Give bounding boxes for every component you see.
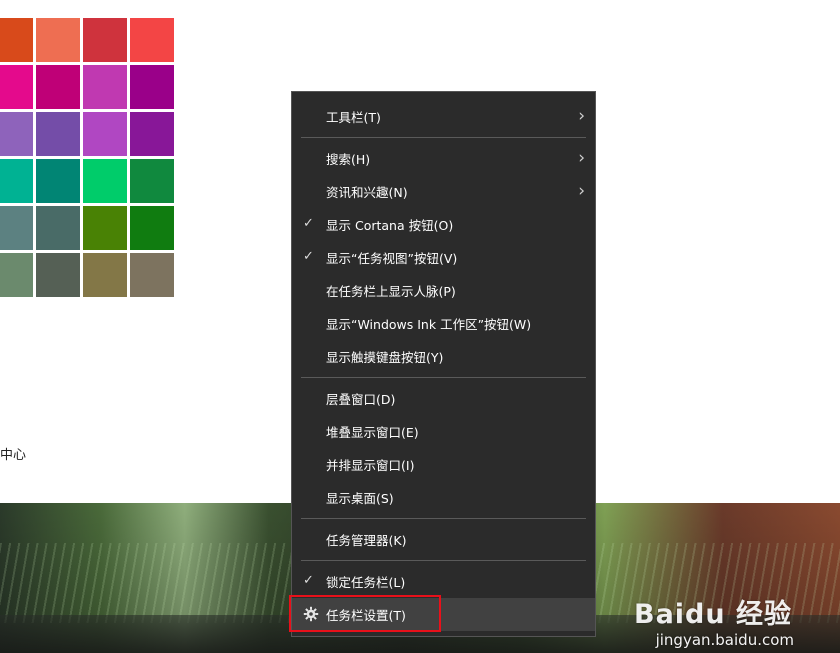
menu-item-label: 搜索(H) — [326, 152, 371, 167]
color-swatch[interactable] — [36, 18, 80, 62]
checkmark-icon: ✓ — [303, 573, 314, 588]
menu-item-cascade-windows[interactable]: 层叠窗口(D) — [292, 382, 595, 415]
menu-item-show-task-view[interactable]: ✓ 显示“任务视图”按钮(V) — [292, 241, 595, 274]
menu-item-lock-taskbar[interactable]: ✓ 锁定任务栏(L) — [292, 565, 595, 598]
color-swatch[interactable] — [83, 65, 127, 109]
menu-item-label: 工具栏(T) — [326, 110, 381, 125]
menu-item-show-people[interactable]: 在任务栏上显示人脉(P) — [292, 274, 595, 307]
menu-separator — [301, 137, 586, 138]
color-swatch[interactable] — [0, 206, 33, 250]
color-swatch[interactable] — [0, 159, 33, 203]
menu-item-label: 显示“任务视图”按钮(V) — [326, 251, 458, 266]
menu-item-label: 层叠窗口(D) — [326, 392, 396, 407]
chevron-right-icon: › — [578, 181, 585, 201]
checkmark-icon: ✓ — [303, 249, 314, 264]
menu-item-label: 在任务栏上显示人脉(P) — [326, 284, 456, 299]
color-swatch[interactable] — [83, 159, 127, 203]
color-swatch[interactable] — [130, 206, 174, 250]
color-swatch[interactable] — [83, 112, 127, 156]
checkmark-icon: ✓ — [303, 216, 314, 231]
menu-item-task-manager[interactable]: 任务管理器(K) — [292, 523, 595, 556]
annotation-highlight-box — [289, 595, 441, 632]
color-swatch[interactable] — [130, 112, 174, 156]
menu-item-label: 显示“Windows Ink 工作区”按钮(W) — [326, 317, 532, 332]
menu-item-label: 显示触摸键盘按钮(Y) — [326, 350, 444, 365]
color-swatch[interactable] — [0, 253, 33, 297]
menu-item-label: 堆叠显示窗口(E) — [326, 425, 419, 440]
color-swatch[interactable] — [0, 18, 33, 62]
color-swatch[interactable] — [130, 253, 174, 297]
menu-item-label: 并排显示窗口(I) — [326, 458, 415, 473]
menu-item-show-desktop[interactable]: 显示桌面(S) — [292, 481, 595, 514]
menu-item-search[interactable]: 搜索(H) › — [292, 142, 595, 175]
menu-item-side-by-side[interactable]: 并排显示窗口(I) — [292, 448, 595, 481]
color-swatch[interactable] — [36, 65, 80, 109]
menu-separator — [301, 377, 586, 378]
color-swatch[interactable] — [130, 159, 174, 203]
menu-item-label: 锁定任务栏(L) — [326, 575, 406, 590]
menu-separator — [301, 518, 586, 519]
menu-item-label: 显示桌面(S) — [326, 491, 394, 506]
color-swatch[interactable] — [36, 206, 80, 250]
menu-item-news-interests[interactable]: 资讯和兴趣(N) › — [292, 175, 595, 208]
menu-item-label: 显示 Cortana 按钮(O) — [326, 218, 454, 233]
color-swatch[interactable] — [130, 18, 174, 62]
menu-item-label: 任务管理器(K) — [326, 533, 407, 548]
color-swatch[interactable] — [0, 65, 33, 109]
color-swatch[interactable] — [36, 112, 80, 156]
menu-item-show-windows-ink[interactable]: 显示“Windows Ink 工作区”按钮(W) — [292, 307, 595, 340]
color-swatch[interactable] — [130, 65, 174, 109]
chevron-right-icon: › — [578, 148, 585, 168]
color-swatch[interactable] — [36, 159, 80, 203]
menu-item-label: 资讯和兴趣(N) — [326, 185, 408, 200]
menu-item-show-touch-keyboard[interactable]: 显示触摸键盘按钮(Y) — [292, 340, 595, 373]
watermark-url: jingyan.baidu.com — [655, 631, 794, 649]
color-swatch[interactable] — [83, 253, 127, 297]
watermark-logo: Baidu 经验 — [633, 599, 792, 630]
taskbar-context-menu: 工具栏(T) › 搜索(H) › 资讯和兴趣(N) › ✓ 显示 Cortana… — [291, 91, 596, 637]
menu-item-toolbars[interactable]: 工具栏(T) › — [292, 100, 595, 133]
color-swatch[interactable] — [36, 253, 80, 297]
side-label: 中心 — [0, 448, 27, 463]
menu-separator — [301, 560, 586, 561]
accent-color-grid — [0, 18, 174, 297]
color-swatch[interactable] — [83, 206, 127, 250]
color-swatch[interactable] — [83, 18, 127, 62]
menu-item-stack-windows[interactable]: 堆叠显示窗口(E) — [292, 415, 595, 448]
menu-item-show-cortana[interactable]: ✓ 显示 Cortana 按钮(O) — [292, 208, 595, 241]
color-swatch[interactable] — [0, 112, 33, 156]
chevron-right-icon: › — [578, 106, 585, 126]
